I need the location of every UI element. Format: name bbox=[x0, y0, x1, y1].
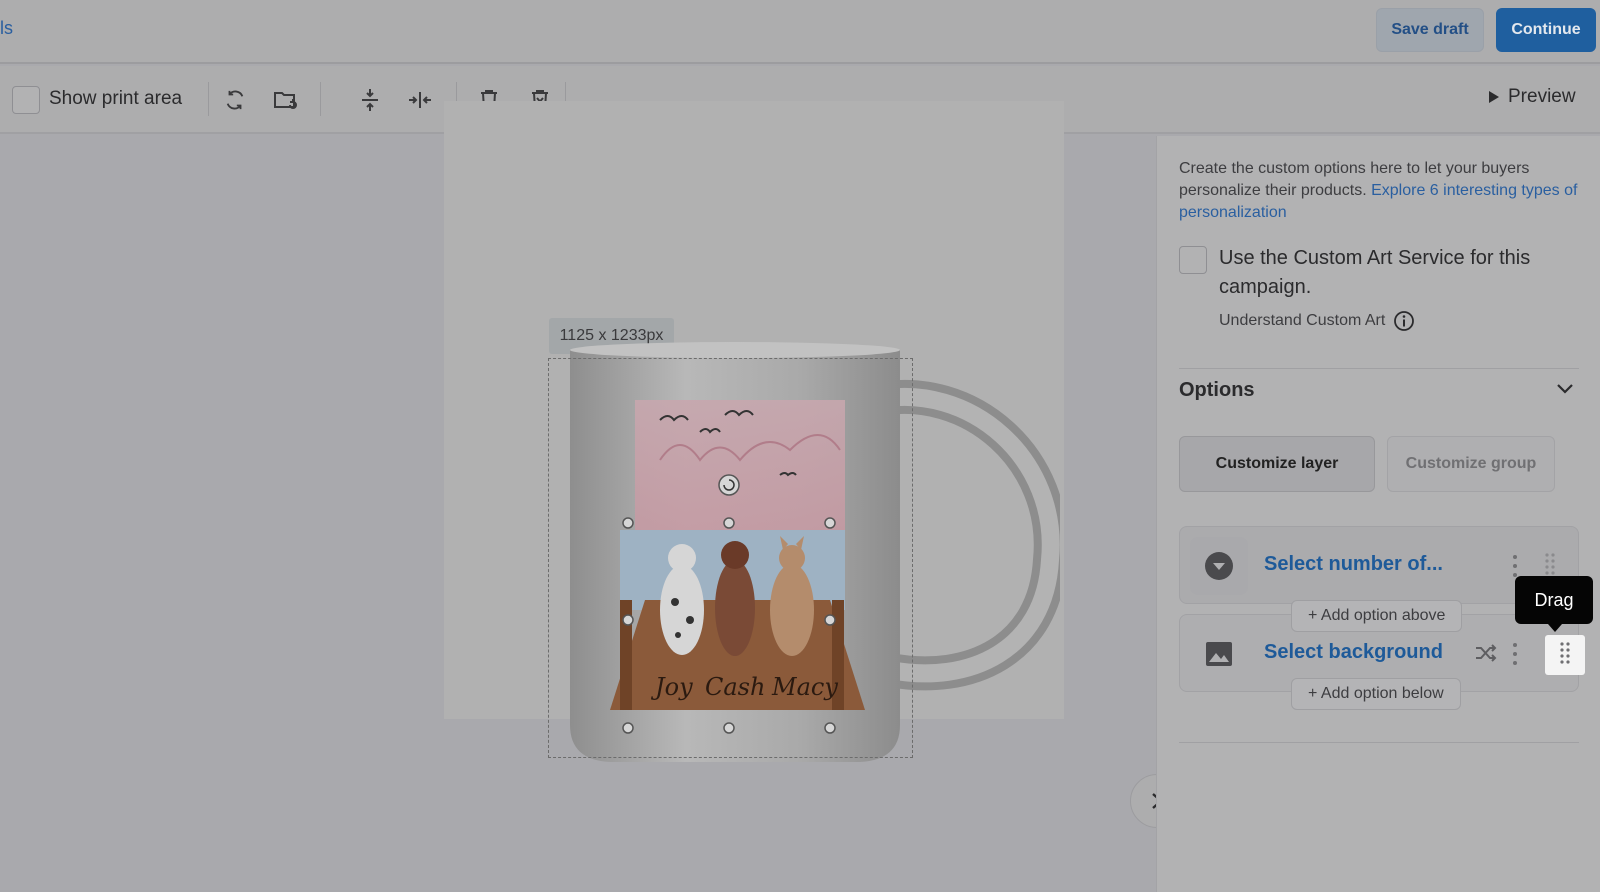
understand-custom-art[interactable]: Understand Custom Art bbox=[1219, 310, 1415, 332]
preview-label: Preview bbox=[1508, 86, 1576, 107]
more-options-icon[interactable] bbox=[1511, 643, 1519, 665]
info-icon[interactable] bbox=[1393, 310, 1415, 332]
customize-group-button[interactable]: Customize group bbox=[1387, 436, 1555, 492]
shuffle-icon[interactable] bbox=[1474, 643, 1498, 663]
print-area-outline bbox=[548, 358, 913, 758]
continue-button[interactable]: Continue bbox=[1496, 8, 1596, 52]
show-print-area-label: Show print area bbox=[49, 88, 183, 109]
options-panel: Create the custom options here to let yo… bbox=[1156, 136, 1600, 892]
understand-custom-art-label: Understand Custom Art bbox=[1219, 312, 1386, 329]
play-icon bbox=[1489, 91, 1499, 103]
top-bar: ls Save draft Continue bbox=[0, 0, 1600, 64]
more-options-icon[interactable] bbox=[1511, 555, 1519, 577]
intro-text: Create the custom options here to let yo… bbox=[1179, 158, 1589, 224]
section-divider bbox=[1179, 742, 1579, 743]
option-label[interactable]: Select background bbox=[1264, 641, 1443, 664]
dropdown-icon bbox=[1190, 537, 1248, 595]
option-label[interactable]: Select number of... bbox=[1264, 553, 1443, 576]
custom-art-service-checkbox[interactable] bbox=[1179, 246, 1207, 274]
image-icon bbox=[1190, 625, 1248, 683]
add-option-above-button[interactable]: + Add option above bbox=[1291, 600, 1463, 632]
toolbar-divider bbox=[320, 82, 321, 116]
custom-art-service-label: Use the Custom Art Service for this camp… bbox=[1219, 247, 1531, 298]
align-horizontal-center-icon[interactable] bbox=[404, 84, 436, 116]
section-divider bbox=[1179, 368, 1579, 369]
options-title: Options bbox=[1179, 379, 1255, 401]
toolbar-divider bbox=[208, 82, 209, 116]
save-draft-button[interactable]: Save draft bbox=[1376, 8, 1484, 52]
replace-image-icon[interactable] bbox=[270, 84, 302, 116]
preview-button[interactable]: Preview bbox=[1488, 86, 1576, 108]
drag-tooltip: Drag bbox=[1515, 576, 1593, 632]
customize-layer-button[interactable]: Customize layer bbox=[1179, 436, 1375, 492]
back-link[interactable]: ls bbox=[0, 18, 13, 39]
drag-handle-icon[interactable] bbox=[1545, 635, 1585, 675]
align-vertical-center-icon[interactable] bbox=[354, 84, 386, 116]
refresh-icon[interactable] bbox=[219, 84, 251, 116]
add-option-below-button[interactable]: + Add option below bbox=[1291, 678, 1461, 710]
chevron-down-icon[interactable] bbox=[1555, 382, 1575, 396]
show-print-area-checkbox[interactable] bbox=[12, 86, 40, 114]
